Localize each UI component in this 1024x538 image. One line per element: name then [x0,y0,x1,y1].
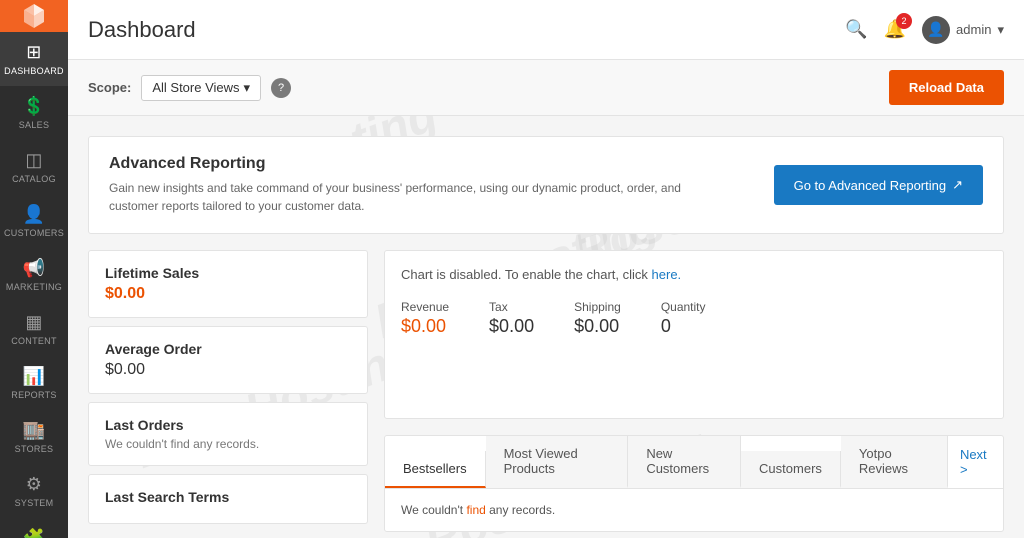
extensions-icon: 🧩 [23,528,46,538]
average-order-value: $0.00 [105,361,145,378]
tab-customers[interactable]: Customers [741,451,841,488]
content-icon: ▦ [25,312,42,333]
search-icon[interactable]: 🔍 [845,19,867,40]
advanced-reporting-card: Advanced Reporting Gain new insights and… [88,136,1004,234]
tabs-next-button[interactable]: Next > [948,437,1003,487]
shipping-value: $0.00 [574,316,621,337]
revenue-label: Revenue [401,300,449,314]
sidebar-item-catalog[interactable]: ◫ CATALOG [0,140,68,194]
sidebar-item-sales[interactable]: 💲 SALES [0,86,68,140]
advanced-reporting-button-label: Go to Advanced Reporting [794,178,947,193]
revenue-metric: Revenue $0.00 [401,300,449,337]
sidebar-item-reports[interactable]: 📊 REPORTS [0,356,68,410]
sales-icon: 💲 [23,96,46,117]
admin-user-menu[interactable]: 👤 admin ▾ [922,16,1004,44]
stats-left-panel: Lifetime Sales $0.00 Average Order $0.00… [88,250,368,532]
sidebar-item-extensions[interactable]: 🧩 [0,518,68,538]
sidebar-item-content[interactable]: ▦ CONTENT [0,302,68,356]
revenue-value: $0.00 [401,316,449,337]
main-content: Dashboard 🔍 🔔 2 👤 admin ▾ Scope: All Sto… [68,0,1024,538]
sidebar-item-system[interactable]: ⚙ SYSTEM [0,464,68,518]
last-orders-no-records: We couldn't find any records. [105,437,351,451]
select-chevron-icon: ▾ [244,80,251,96]
sidebar-item-label: CUSTOMERS [4,228,64,238]
dashboard-stats-row: Lifetime Sales $0.00 Average Order $0.00… [88,250,1004,532]
page-header: Dashboard 🔍 🔔 2 👤 admin ▾ [68,0,1024,60]
no-records-link[interactable]: find [466,503,485,517]
sidebar-item-label: MARKETING [6,282,62,292]
tax-value: $0.00 [489,316,534,337]
help-icon[interactable]: ? [271,78,291,98]
admin-username: admin [956,22,991,37]
page-title: Dashboard [88,17,196,43]
last-search-terms-card: Last Search Terms [88,474,368,524]
tax-metric: Tax $0.00 [489,300,534,337]
shipping-metric: Shipping $0.00 [574,300,621,337]
lifetime-sales-value: $0.00 [105,285,145,302]
lifetime-sales-label: Lifetime Sales [105,265,351,281]
store-views-label: All Store Views [152,80,239,95]
tab-bestsellers[interactable]: Bestsellers [385,451,486,488]
quantity-label: Quantity [661,300,706,314]
chart-disabled-message: Chart is disabled. To enable the chart, … [401,267,987,282]
notifications-button[interactable]: 🔔 2 [884,19,906,40]
dashboard-content: RoseHosting RoseHosting RoseHosting Rose… [68,116,1024,538]
sidebar-item-label: CATALOG [12,174,56,184]
sidebar: ⊞ DASHBOARD 💲 SALES ◫ CATALOG 👤 CUSTOMER… [0,0,68,538]
sidebar-item-label: CONTENT [11,336,57,346]
reports-icon: 📊 [23,366,46,387]
scope-bar: Scope: All Store Views ▾ ? Reload Data [68,60,1024,116]
marketing-icon: 📢 [23,258,46,279]
lifetime-sales-card: Lifetime Sales $0.00 [88,250,368,318]
tabs-content: We couldn't find any records. [385,489,1003,531]
average-order-card: Average Order $0.00 [88,326,368,394]
sidebar-item-label: REPORTS [11,390,56,400]
customers-icon: 👤 [23,204,46,225]
advanced-reporting-title: Advanced Reporting [109,155,689,173]
metrics-row: Revenue $0.00 Tax $0.00 Shipping $0.00 [401,296,987,337]
tab-new-customers[interactable]: New Customers [628,436,741,488]
advanced-reporting-text: Advanced Reporting Gain new insights and… [109,155,689,215]
shipping-label: Shipping [574,300,621,314]
sidebar-item-customers[interactable]: 👤 CUSTOMERS [0,194,68,248]
sidebar-item-dashboard[interactable]: ⊞ DASHBOARD [0,32,68,86]
store-views-select[interactable]: All Store Views ▾ [141,75,261,101]
notification-badge: 2 [896,13,912,29]
external-link-icon: ↗ [952,177,963,193]
tax-label: Tax [489,300,534,314]
last-orders-card: Last Orders We couldn't find any records… [88,402,368,466]
header-actions: 🔍 🔔 2 👤 admin ▾ [845,16,1004,44]
tabs-header: Bestsellers Most Viewed Products New Cus… [385,436,1003,489]
magento-logo-icon [18,0,50,32]
sidebar-item-marketing[interactable]: 📢 MARKETING [0,248,68,302]
tabs-section: Bestsellers Most Viewed Products New Cus… [384,435,1004,532]
sidebar-item-label: STORES [15,444,54,454]
last-search-terms-label: Last Search Terms [105,489,351,505]
stores-icon: 🏬 [23,420,46,441]
last-orders-label: Last Orders [105,417,351,433]
reload-data-button[interactable]: Reload Data [889,70,1004,105]
sidebar-item-label: DASHBOARD [4,66,64,76]
quantity-value: 0 [661,316,706,337]
go-to-advanced-reporting-button[interactable]: Go to Advanced Reporting ↗ [774,165,983,205]
chart-enable-link[interactable]: here. [652,267,682,282]
dashboard-icon: ⊞ [26,42,41,63]
tabs-no-records: We couldn't find any records. [401,503,555,517]
avatar: 👤 [922,16,950,44]
quantity-metric: Quantity 0 [661,300,706,337]
sidebar-item-label: SALES [19,120,50,130]
advanced-reporting-description: Gain new insights and take command of yo… [109,179,689,215]
system-icon: ⚙ [26,474,42,495]
sidebar-item-label: SYSTEM [15,498,54,508]
sidebar-logo [0,0,68,32]
scope-label: Scope: [88,80,131,95]
chart-area: Chart is disabled. To enable the chart, … [384,250,1004,419]
chevron-down-icon: ▾ [997,22,1004,38]
tab-yotpo-reviews[interactable]: Yotpo Reviews [841,436,948,488]
sidebar-item-stores[interactable]: 🏬 STORES [0,410,68,464]
average-order-label: Average Order [105,341,351,357]
scope-left: Scope: All Store Views ▾ ? [88,75,291,101]
tab-most-viewed-products[interactable]: Most Viewed Products [486,436,629,488]
catalog-icon: ◫ [25,150,42,171]
